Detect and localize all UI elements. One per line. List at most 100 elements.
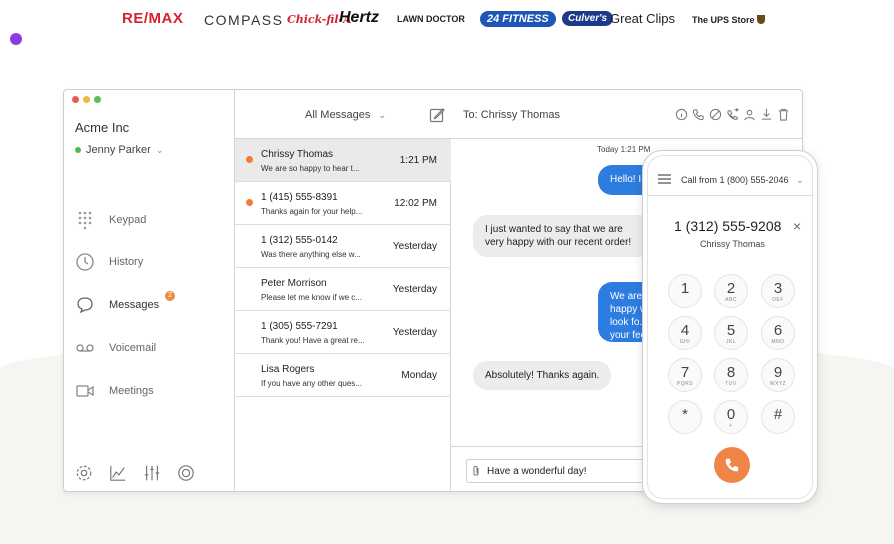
dial-key-0[interactable]: 0 +: [714, 400, 748, 434]
sliders-icon[interactable]: [143, 464, 161, 482]
conversation-row[interactable]: Lisa Rogers If you have any other ques..…: [235, 354, 451, 397]
toolbar: All Messages ⌄ To: Chrissy Thomas: [235, 90, 802, 139]
gear-icon[interactable]: [75, 464, 93, 482]
messages-unread-badge: 2: [165, 291, 175, 301]
dial-key-hash[interactable]: #: [761, 400, 795, 434]
logo-upsstore-text: The UPS Store: [692, 15, 755, 25]
conversation-preview: Was there anything else w...: [261, 250, 361, 259]
paperclip-icon[interactable]: [471, 465, 481, 477]
dial-key-9[interactable]: 9 WXYZ: [761, 358, 795, 392]
contact-icon[interactable]: [743, 108, 756, 121]
dial-key-2[interactable]: 2 ABC: [714, 274, 748, 308]
key-letters: JKL: [725, 339, 737, 345]
conversation-row[interactable]: Chrissy Thomas We are so happy to hear t…: [235, 139, 451, 182]
caller-id-dropdown[interactable]: Call from 1 (800) 555-2046 ⌄: [681, 175, 804, 186]
logo-hertz: Hertz: [339, 9, 380, 26]
conversation-name: Chrissy Thomas: [261, 149, 334, 160]
key-digit: 8: [726, 364, 736, 381]
logo-fitness: 24 FITNESS: [480, 11, 556, 27]
sidebar-item-messages[interactable]: Messages 2: [75, 291, 175, 315]
logo-remax: RE/MAX: [122, 10, 184, 27]
dialed-contact-name: Chrissy Thomas: [700, 239, 765, 249]
message-input[interactable]: [466, 459, 656, 483]
key-digit: #: [773, 406, 783, 423]
clock-icon: [76, 253, 94, 271]
conversation-preview: Thanks again for your help...: [261, 207, 363, 216]
call-button[interactable]: [714, 447, 750, 483]
key-digit: 9: [773, 364, 783, 381]
phone-header: Call from 1 (800) 555-2046 ⌄: [648, 156, 814, 196]
trash-icon[interactable]: [777, 108, 790, 121]
conversation-row[interactable]: 1 (305) 555-7291 Thank you! Have a great…: [235, 311, 451, 354]
phone-screen: Call from 1 (800) 555-2046 ⌄ 1 (312) 555…: [647, 155, 814, 499]
keypad-icon: [78, 211, 92, 230]
customer-logos: RE/MAX COMPASS Chick-fil-A Hertz LAWN DO…: [0, 0, 894, 40]
key-digit: 6: [773, 322, 783, 339]
recipient-label: To: Chrissy Thomas: [463, 109, 560, 121]
conversation-time: Yesterday: [392, 284, 437, 295]
conversation-name: 1 (305) 555-7291: [261, 321, 338, 332]
chart-icon[interactable]: [109, 464, 127, 482]
conversation-preview: If you have any other ques...: [261, 379, 362, 388]
info-icon[interactable]: [675, 108, 688, 121]
mobile-dialer: Call from 1 (800) 555-2046 ⌄ 1 (312) 555…: [642, 150, 818, 504]
filter-label: All Messages: [305, 109, 371, 121]
logo-upsstore: The UPS Store: [692, 15, 765, 25]
phone-forward-icon[interactable]: [726, 108, 739, 121]
dial-key-1[interactable]: 1: [668, 274, 702, 308]
message-filter-dropdown[interactable]: All Messages ⌄: [305, 109, 386, 121]
key-digit: *: [682, 406, 688, 423]
sidebar-item-label: Keypad: [109, 214, 147, 226]
sidebar-item-voicemail[interactable]: Voicemail: [75, 338, 156, 358]
user-name: Jenny Parker: [86, 144, 151, 156]
dial-key-3[interactable]: 3 DEF: [761, 274, 795, 308]
conversation-row[interactable]: Peter Morrison Please let me know if we …: [235, 268, 451, 311]
conversation-time: 1:21 PM: [399, 155, 437, 166]
conversation-time: Monday: [401, 370, 437, 381]
dial-key-8[interactable]: 8 TUV: [714, 358, 748, 392]
sidebar-item-history[interactable]: History: [75, 252, 143, 272]
dialed-number: 1 (312) 555-9208: [674, 218, 782, 234]
chevron-down-icon: ⌄: [155, 144, 164, 155]
dial-key-7[interactable]: 7 PQRS: [668, 358, 702, 392]
dial-key-star[interactable]: *: [668, 400, 702, 434]
chevron-down-icon: ⌄: [378, 110, 387, 120]
key-digit: 2: [726, 280, 736, 297]
key-letters: WXYZ: [769, 381, 787, 387]
conversation-name: Lisa Rogers: [261, 364, 315, 375]
conversation-name: 1 (312) 555-0142: [261, 235, 338, 246]
sidebar-footer: [75, 464, 211, 482]
conversation-preview: We are so happy to hear t...: [261, 164, 360, 173]
key-letters: DEF: [772, 297, 784, 303]
compose-icon[interactable]: [429, 107, 445, 123]
message-bubble-incoming: Absolutely! Thanks again.: [473, 361, 612, 390]
sidebar-item-meetings[interactable]: Meetings: [75, 381, 154, 401]
thread-date-label: Today 1:21 PM: [597, 145, 651, 154]
dial-key-4[interactable]: 4 GHI: [668, 316, 702, 350]
block-icon[interactable]: [709, 108, 722, 121]
unread-indicator-icon: [246, 156, 253, 163]
support-icon[interactable]: [177, 464, 195, 482]
call-from-label: Call from 1 (800) 555-2046: [681, 175, 789, 185]
clear-number-button[interactable]: ×: [793, 218, 801, 234]
hamburger-menu-icon[interactable]: [658, 174, 671, 184]
download-icon[interactable]: [760, 108, 773, 121]
conversation-list: Chrissy Thomas We are so happy to hear t…: [235, 139, 451, 491]
conversation-row[interactable]: 1 (312) 555-0142 Was there anything else…: [235, 225, 451, 268]
dial-key-6[interactable]: 6 MNO: [761, 316, 795, 350]
conversation-row[interactable]: 1 (415) 555-8391 Thanks again for your h…: [235, 182, 451, 225]
sidebar-item-label: Voicemail: [109, 342, 157, 354]
sidebar-item-label: Messages: [109, 299, 160, 311]
conversation-name: 1 (415) 555-8391: [261, 192, 338, 203]
user-status-dropdown[interactable]: Jenny Parker ⌄: [75, 144, 163, 156]
sidebar-item-keypad[interactable]: Keypad: [75, 210, 146, 230]
phone-icon[interactable]: [692, 108, 705, 121]
logo-compass: COMPASS: [204, 12, 284, 28]
sidebar: Acme Inc Jenny Parker ⌄ Keypad History M…: [64, 90, 235, 491]
video-icon: [76, 385, 94, 397]
unread-indicator-icon: [246, 199, 253, 206]
key-digit: 4: [680, 322, 690, 339]
dial-key-5[interactable]: 5 JKL: [714, 316, 748, 350]
key-letters: ABC: [725, 297, 737, 303]
ups-shield-icon: [756, 15, 765, 24]
